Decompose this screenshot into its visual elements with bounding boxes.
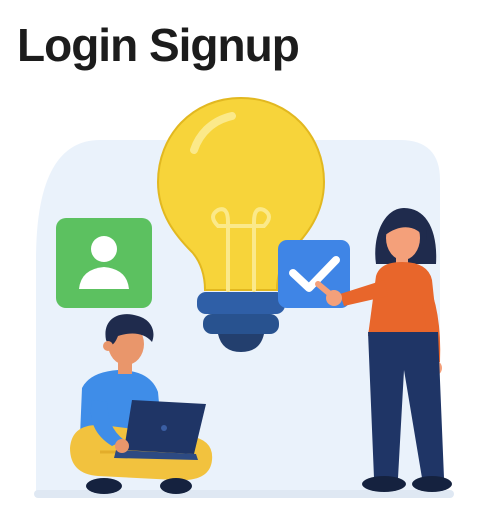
user-avatar-card: [56, 218, 152, 308]
login-signup-illustration: [34, 96, 454, 498]
